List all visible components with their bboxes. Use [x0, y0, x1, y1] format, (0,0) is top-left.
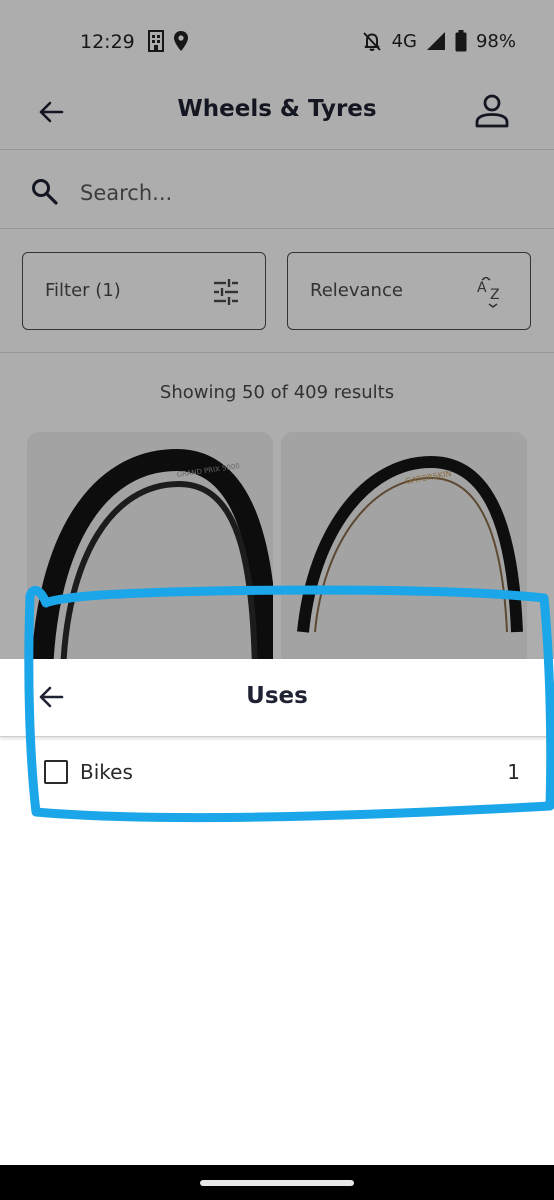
sheet-header: Uses: [0, 659, 554, 737]
system-nav-bar: [0, 1165, 554, 1200]
sheet-title: Uses: [246, 683, 308, 709]
filter-option-row[interactable]: Bikes 1: [0, 751, 554, 795]
home-gesture-handle[interactable]: [200, 1180, 354, 1186]
modal-scrim[interactable]: [0, 0, 554, 660]
product-list-page: 12:29 4G 98% Wheels & Tyres Search... Fi…: [0, 0, 554, 660]
option-label: Bikes: [80, 760, 133, 784]
uses-filter-sheet: Uses Bikes 1: [0, 659, 554, 1165]
option-count: 1: [507, 760, 520, 784]
option-checkbox[interactable]: [44, 760, 68, 784]
